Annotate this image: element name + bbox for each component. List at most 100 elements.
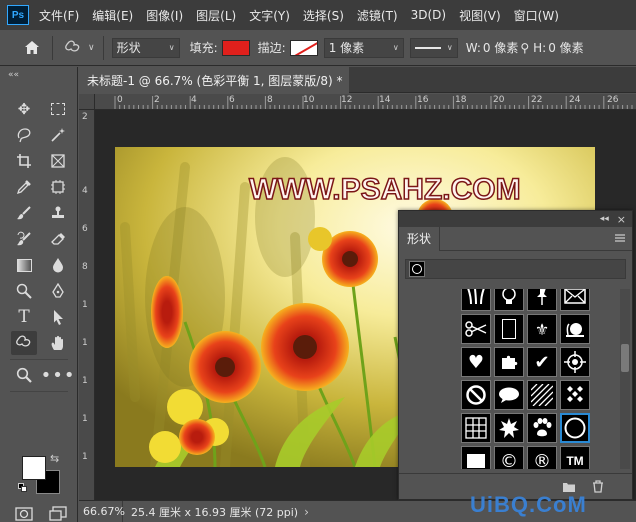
menu-image[interactable]: 图像(I) <box>146 7 183 24</box>
shape-frame-icon[interactable] <box>494 314 524 344</box>
foreground-color-swatch[interactable] <box>22 456 46 480</box>
shape-checker-diamond-icon[interactable] <box>560 380 590 410</box>
stroke-line-preview <box>414 46 441 49</box>
stroke-type-select[interactable]: ∨ <box>409 37 458 58</box>
gradient-tool-icon[interactable] <box>11 253 37 277</box>
shape-snail-icon[interactable] <box>560 314 590 344</box>
shape-envelope-icon[interactable] <box>560 289 590 311</box>
shape-burst-icon[interactable] <box>494 413 524 443</box>
clone-stamp-tool-icon[interactable] <box>45 201 71 225</box>
magic-wand-tool-icon[interactable] <box>45 123 71 147</box>
crop-tool-icon[interactable] <box>11 149 37 173</box>
frame-tool-icon[interactable] <box>45 149 71 173</box>
panel-menu-icon[interactable] <box>614 232 626 244</box>
quick-mask-icon[interactable] <box>11 502 37 522</box>
chevron-right-icon[interactable]: › <box>304 505 309 519</box>
link-icon[interactable]: ⚲ <box>520 41 529 55</box>
horizontal-ruler[interactable]: 0 2 4 6 8 10 12 14 16 18 20 22 24 26 <box>95 94 636 110</box>
separator <box>10 391 68 392</box>
default-colors-icon[interactable] <box>18 483 27 492</box>
tab-shapes[interactable]: 形状 <box>399 226 441 251</box>
collapse-icon[interactable]: «« <box>8 70 19 80</box>
shape-scissors-icon[interactable] <box>461 314 491 344</box>
home-button[interactable] <box>20 36 44 60</box>
menu-file[interactable]: 文件(F) <box>39 7 79 24</box>
stroke-label: 描边: <box>257 41 286 55</box>
eyedropper-tool-icon[interactable] <box>11 175 37 199</box>
menu-filter[interactable]: 滤镜(T) <box>357 7 398 24</box>
shape-trademark-icon[interactable]: TM <box>560 446 590 469</box>
spot-healing-tool-icon[interactable] <box>45 175 71 199</box>
shape-lightbulb-icon[interactable] <box>494 289 524 311</box>
pen-tool-icon[interactable] <box>45 279 71 303</box>
ruler-tick-label: 6 <box>82 224 88 234</box>
shape-circle-frame-icon[interactable] <box>560 413 590 443</box>
shape-grass-icon[interactable] <box>461 289 491 311</box>
eraser-tool-icon[interactable] <box>45 227 71 251</box>
more-tools-icon[interactable]: ••• <box>41 363 75 387</box>
shape-mode-select[interactable]: 形状 ∨ <box>111 37 180 58</box>
document-info[interactable]: 25.4 厘米 x 16.93 厘米 (72 ppi) <box>123 504 298 520</box>
shape-pushpin-icon[interactable] <box>527 289 557 311</box>
width-input[interactable]: 0 像素 <box>483 39 518 56</box>
chevron-down-icon: ∨ <box>446 43 453 52</box>
stroke-color-swatch[interactable] <box>289 39 318 56</box>
panel-title-bar: ◂◂ × <box>399 211 632 227</box>
shape-no-sign-icon[interactable] <box>461 380 491 410</box>
shape-registered-icon[interactable]: ® <box>527 446 557 469</box>
shape-speech-bubble-icon[interactable] <box>494 380 524 410</box>
chevron-down-icon: ∨ <box>392 43 399 52</box>
tool-preset-picker[interactable]: ∨ <box>63 39 95 57</box>
document-tab[interactable]: 未标题-1 @ 66.7% (色彩平衡 1, 图层蒙版/8) * × <box>79 67 349 93</box>
shape-checkmark-icon[interactable]: ✔ <box>527 347 557 377</box>
menu-window[interactable]: 窗口(W) <box>514 7 559 24</box>
menu-select[interactable]: 选择(S) <box>303 7 344 24</box>
shape-paw-icon[interactable] <box>527 413 557 443</box>
chevron-down-icon: ∨ <box>168 43 175 52</box>
fill-color-swatch[interactable] <box>221 39 250 56</box>
shape-target-icon[interactable] <box>560 347 590 377</box>
lasso-tool-icon[interactable] <box>11 123 37 147</box>
shape-heart-icon[interactable]: ♥ <box>461 347 491 377</box>
menu-type[interactable]: 文字(Y) <box>249 7 290 24</box>
marquee-tool-icon[interactable] <box>45 97 71 121</box>
menu-edit[interactable]: 编辑(E) <box>92 7 133 24</box>
panel-scrollbar[interactable] <box>620 289 630 469</box>
separator <box>10 359 68 360</box>
move-tool-icon[interactable]: ✥ <box>11 97 37 121</box>
shape-square-icon[interactable] <box>461 446 491 469</box>
shape-diagonal-lines-icon[interactable] <box>527 380 557 410</box>
hand-tool-icon[interactable] <box>45 331 71 355</box>
trash-icon[interactable] <box>592 480 604 493</box>
menu-layer[interactable]: 图层(L) <box>196 7 236 24</box>
ruler-tick-label: 1 <box>82 452 88 462</box>
ruler-tick-label: 8 <box>82 262 88 272</box>
zoom-tool-icon[interactable] <box>11 363 37 387</box>
menu-view[interactable]: 视图(V) <box>459 7 501 24</box>
blur-tool-icon[interactable] <box>45 253 71 277</box>
shape-grid-icon[interactable] <box>461 413 491 443</box>
document-tab-title: 未标题-1 @ 66.7% (色彩平衡 1, 图层蒙版/8) * <box>87 73 343 88</box>
type-tool-icon[interactable]: T <box>11 305 37 329</box>
ruler-tick-label: 4 <box>82 186 88 196</box>
shape-puzzle-icon[interactable] <box>494 347 524 377</box>
shape-copyright-icon[interactable]: © <box>494 446 524 469</box>
path-selection-tool-icon[interactable] <box>45 305 71 329</box>
dodge-tool-icon[interactable] <box>11 279 37 303</box>
screen-mode-icon[interactable] <box>45 502 71 522</box>
height-input[interactable]: 0 像素 <box>548 39 583 56</box>
zoom-level[interactable]: 66.67% <box>79 500 125 522</box>
menu-3d[interactable]: 3D(D) <box>411 8 446 22</box>
shape-fleur-de-lis-icon[interactable]: ⚜ <box>527 314 557 344</box>
panel-scrollbar-thumb[interactable] <box>621 344 629 372</box>
swap-colors-icon[interactable]: ⇆ <box>50 452 59 465</box>
shape-preview-bar[interactable] <box>405 259 626 279</box>
close-icon[interactable]: × <box>617 213 626 226</box>
vertical-ruler[interactable]: 2 4 6 8 1 1 1 1 1 <box>79 110 95 500</box>
custom-shape-tool-icon[interactable] <box>11 331 37 355</box>
stroke-width-select[interactable]: 1 像素 ∨ <box>323 37 404 58</box>
brush-tool-icon[interactable] <box>11 201 37 225</box>
separator <box>52 35 53 60</box>
collapse-panel-icon[interactable]: ◂◂ <box>600 214 609 224</box>
history-brush-tool-icon[interactable] <box>11 227 37 251</box>
